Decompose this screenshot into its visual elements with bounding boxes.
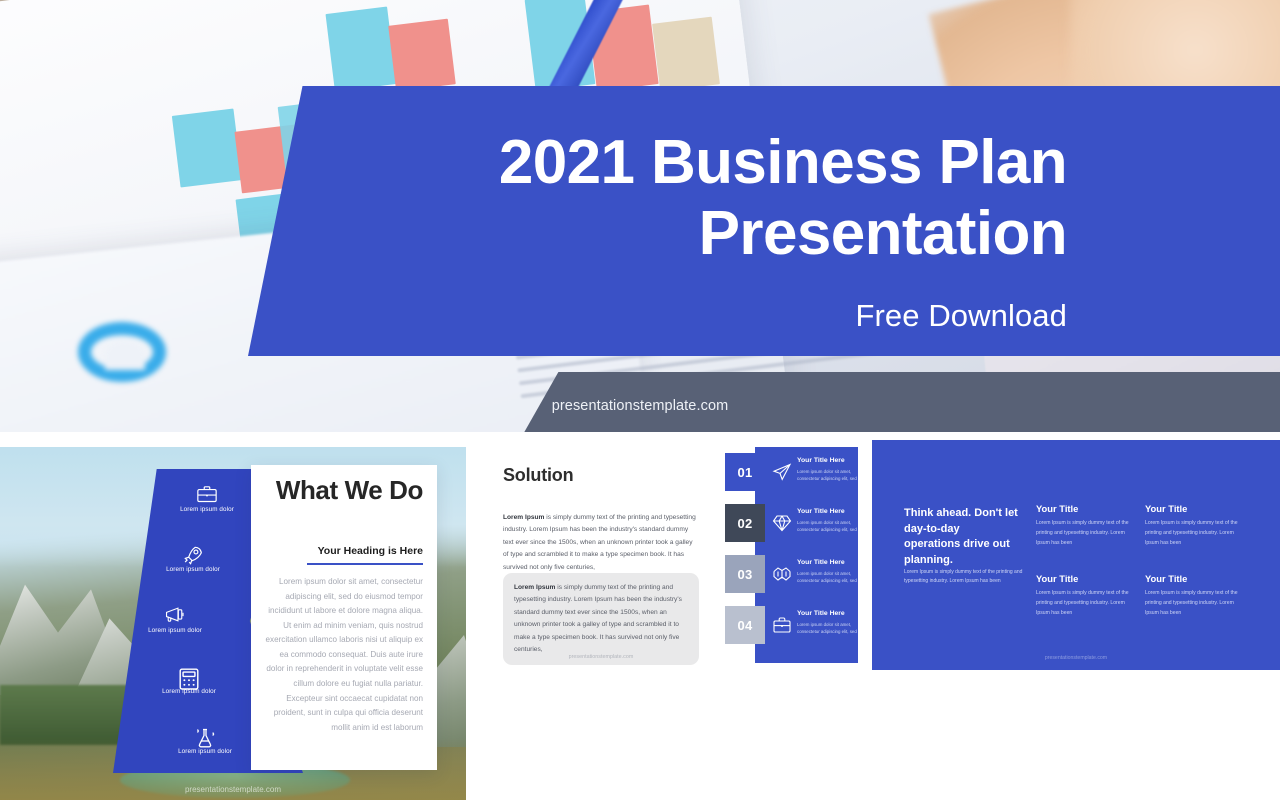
solution-step-list: 01 Your Title Here Lorem ipsum dolor sit… [725,447,860,663]
step-number-badge: 01 [725,453,765,491]
feature-text: Lorem Ipsum is simply dummy text of the … [1145,520,1238,546]
solution-text-1: is simply dummy text of the printing and… [503,514,696,571]
feature-text: Lorem Ipsum is simply dummy text of the … [1036,520,1129,546]
think-ahead-subtext: Lorem Ipsum is simply dummy text of the … [904,569,1023,585]
solution-paragraph-1: Lorem Ipsum is simply dummy text of the … [503,512,699,574]
hero-footer-url: presentationstemplate.com [551,398,729,414]
step-number-badge: 03 [725,555,765,593]
list-item[interactable]: 01 Your Title Here Lorem ipsum dolor sit… [725,453,860,491]
feature-cell[interactable]: Your Title Lorem Ipsum is simply dummy t… [1036,573,1131,619]
slide-watermark: presentationstemplate.com [184,785,282,794]
feature-cell[interactable]: Your Title Lorem Ipsum is simply dummy t… [1036,503,1131,549]
step-text: Lorem ipsum dolor sit amet, consectetur … [797,520,857,533]
hero-banner: 2021 Business Plan Presentation Free Dow… [0,0,1280,432]
solution-lead-1: Lorem Ipsum [503,514,545,521]
list-item[interactable]: Lorem ipsum dolor [119,606,231,634]
solution-title: Solution [503,465,574,485]
list-item-label: Lorem ipsum dolor [148,627,202,634]
feature-title: Your Title [1036,573,1079,584]
step-title: Your Title Here [797,508,845,515]
feature-title: Your Title [1145,573,1188,584]
feature-text: Lorem Ipsum is simply dummy text of the … [1036,590,1129,616]
list-item[interactable]: Lorem ipsum dolor [133,667,245,695]
think-ahead-heading: Think ahead. Don't let day-to-day operat… [904,507,1018,566]
slide-watermark: presentationstemplate.com [1044,655,1108,661]
what-we-do-text-card: What We Do Your Heading is Here Lorem ip… [251,465,437,770]
solution-highlight-box: Lorem Ipsum is simply dummy text of the … [503,573,699,666]
list-item[interactable]: Lorem ipsum dolor [151,485,263,513]
list-item-label: Lorem ipsum dolor [180,506,234,513]
solution-lead-2: Lorem Ipsum [514,584,556,591]
briefcase-icon [196,485,218,504]
step-text: Lorem ipsum dolor sit amet, consectetur … [797,622,857,635]
handshake-icon [772,564,792,584]
feature-cell[interactable]: Your Title Lorem Ipsum is simply dummy t… [1145,573,1240,619]
feature-cell[interactable]: Your Title Lorem Ipsum is simply dummy t… [1145,503,1240,549]
step-text: Lorem ipsum dolor sit amet, consectetur … [797,571,857,584]
diamond-icon [772,513,792,533]
slide-watermark: presentationstemplate.com [568,654,634,660]
rocket-icon [182,545,204,565]
page-title: 2021 Business Plan Presentation [327,128,1068,269]
list-item-label: Lorem ipsum dolor [166,566,220,573]
calculator-icon [178,667,200,690]
feature-title: Your Title [1036,503,1079,514]
paper-plane-icon [772,462,792,482]
what-we-do-subheading: Your Heading is Here [317,545,423,557]
feature-title: Your Title [1145,503,1188,514]
feature-text: Lorem Ipsum is simply dummy text of the … [1145,590,1238,616]
step-title: Your Title Here [797,559,845,566]
list-item[interactable]: Lorem ipsum dolor [149,727,261,755]
solution-text-2: is simply dummy text of the printing and… [514,584,682,653]
list-item-label: Lorem ipsum dolor [162,688,216,695]
list-item-label: Lorem ipsum dolor [178,748,232,755]
megaphone-icon [164,606,186,625]
step-title: Your Title Here [797,610,845,617]
slide-solution[interactable]: Solution Lorem Ipsum is simply dummy tex… [470,440,875,670]
solution-paragraph-2: Lorem Ipsum is simply dummy text of the … [514,582,688,656]
hero-subtitle: Free Download [855,298,1067,333]
flask-icon [194,727,216,748]
slide-think-ahead[interactable]: Think ahead. Don't let day-to-day operat… [872,440,1280,670]
hero-title-line-1: 2021 Business Plan [498,128,1068,197]
step-number-badge: 02 [725,504,765,542]
heading-underline [307,563,423,565]
what-we-do-body: Lorem ipsum dolor sit amet, consectetur … [265,577,423,732]
step-title: Your Title Here [797,457,845,464]
step-number-badge: 04 [725,606,765,644]
slide-thumbnail-grid: Lorem ipsum dolor Lorem ipsum dolor Lore… [0,432,1280,800]
slide-what-we-do[interactable]: Lorem ipsum dolor Lorem ipsum dolor Lore… [0,447,466,800]
what-we-do-heading: What We Do [275,475,424,505]
step-text: Lorem ipsum dolor sit amet, consectetur … [797,469,857,482]
list-item[interactable]: 04 Your Title Here Lorem ipsum dolor sit… [725,606,860,644]
list-item[interactable]: 03 Your Title Here Lorem ipsum dolor sit… [725,555,860,593]
briefcase-icon [772,615,792,635]
hero-title-line-2: Presentation [698,198,1068,268]
list-item[interactable]: Lorem ipsum dolor [137,545,249,573]
list-item[interactable]: 02 Your Title Here Lorem ipsum dolor sit… [725,504,860,542]
